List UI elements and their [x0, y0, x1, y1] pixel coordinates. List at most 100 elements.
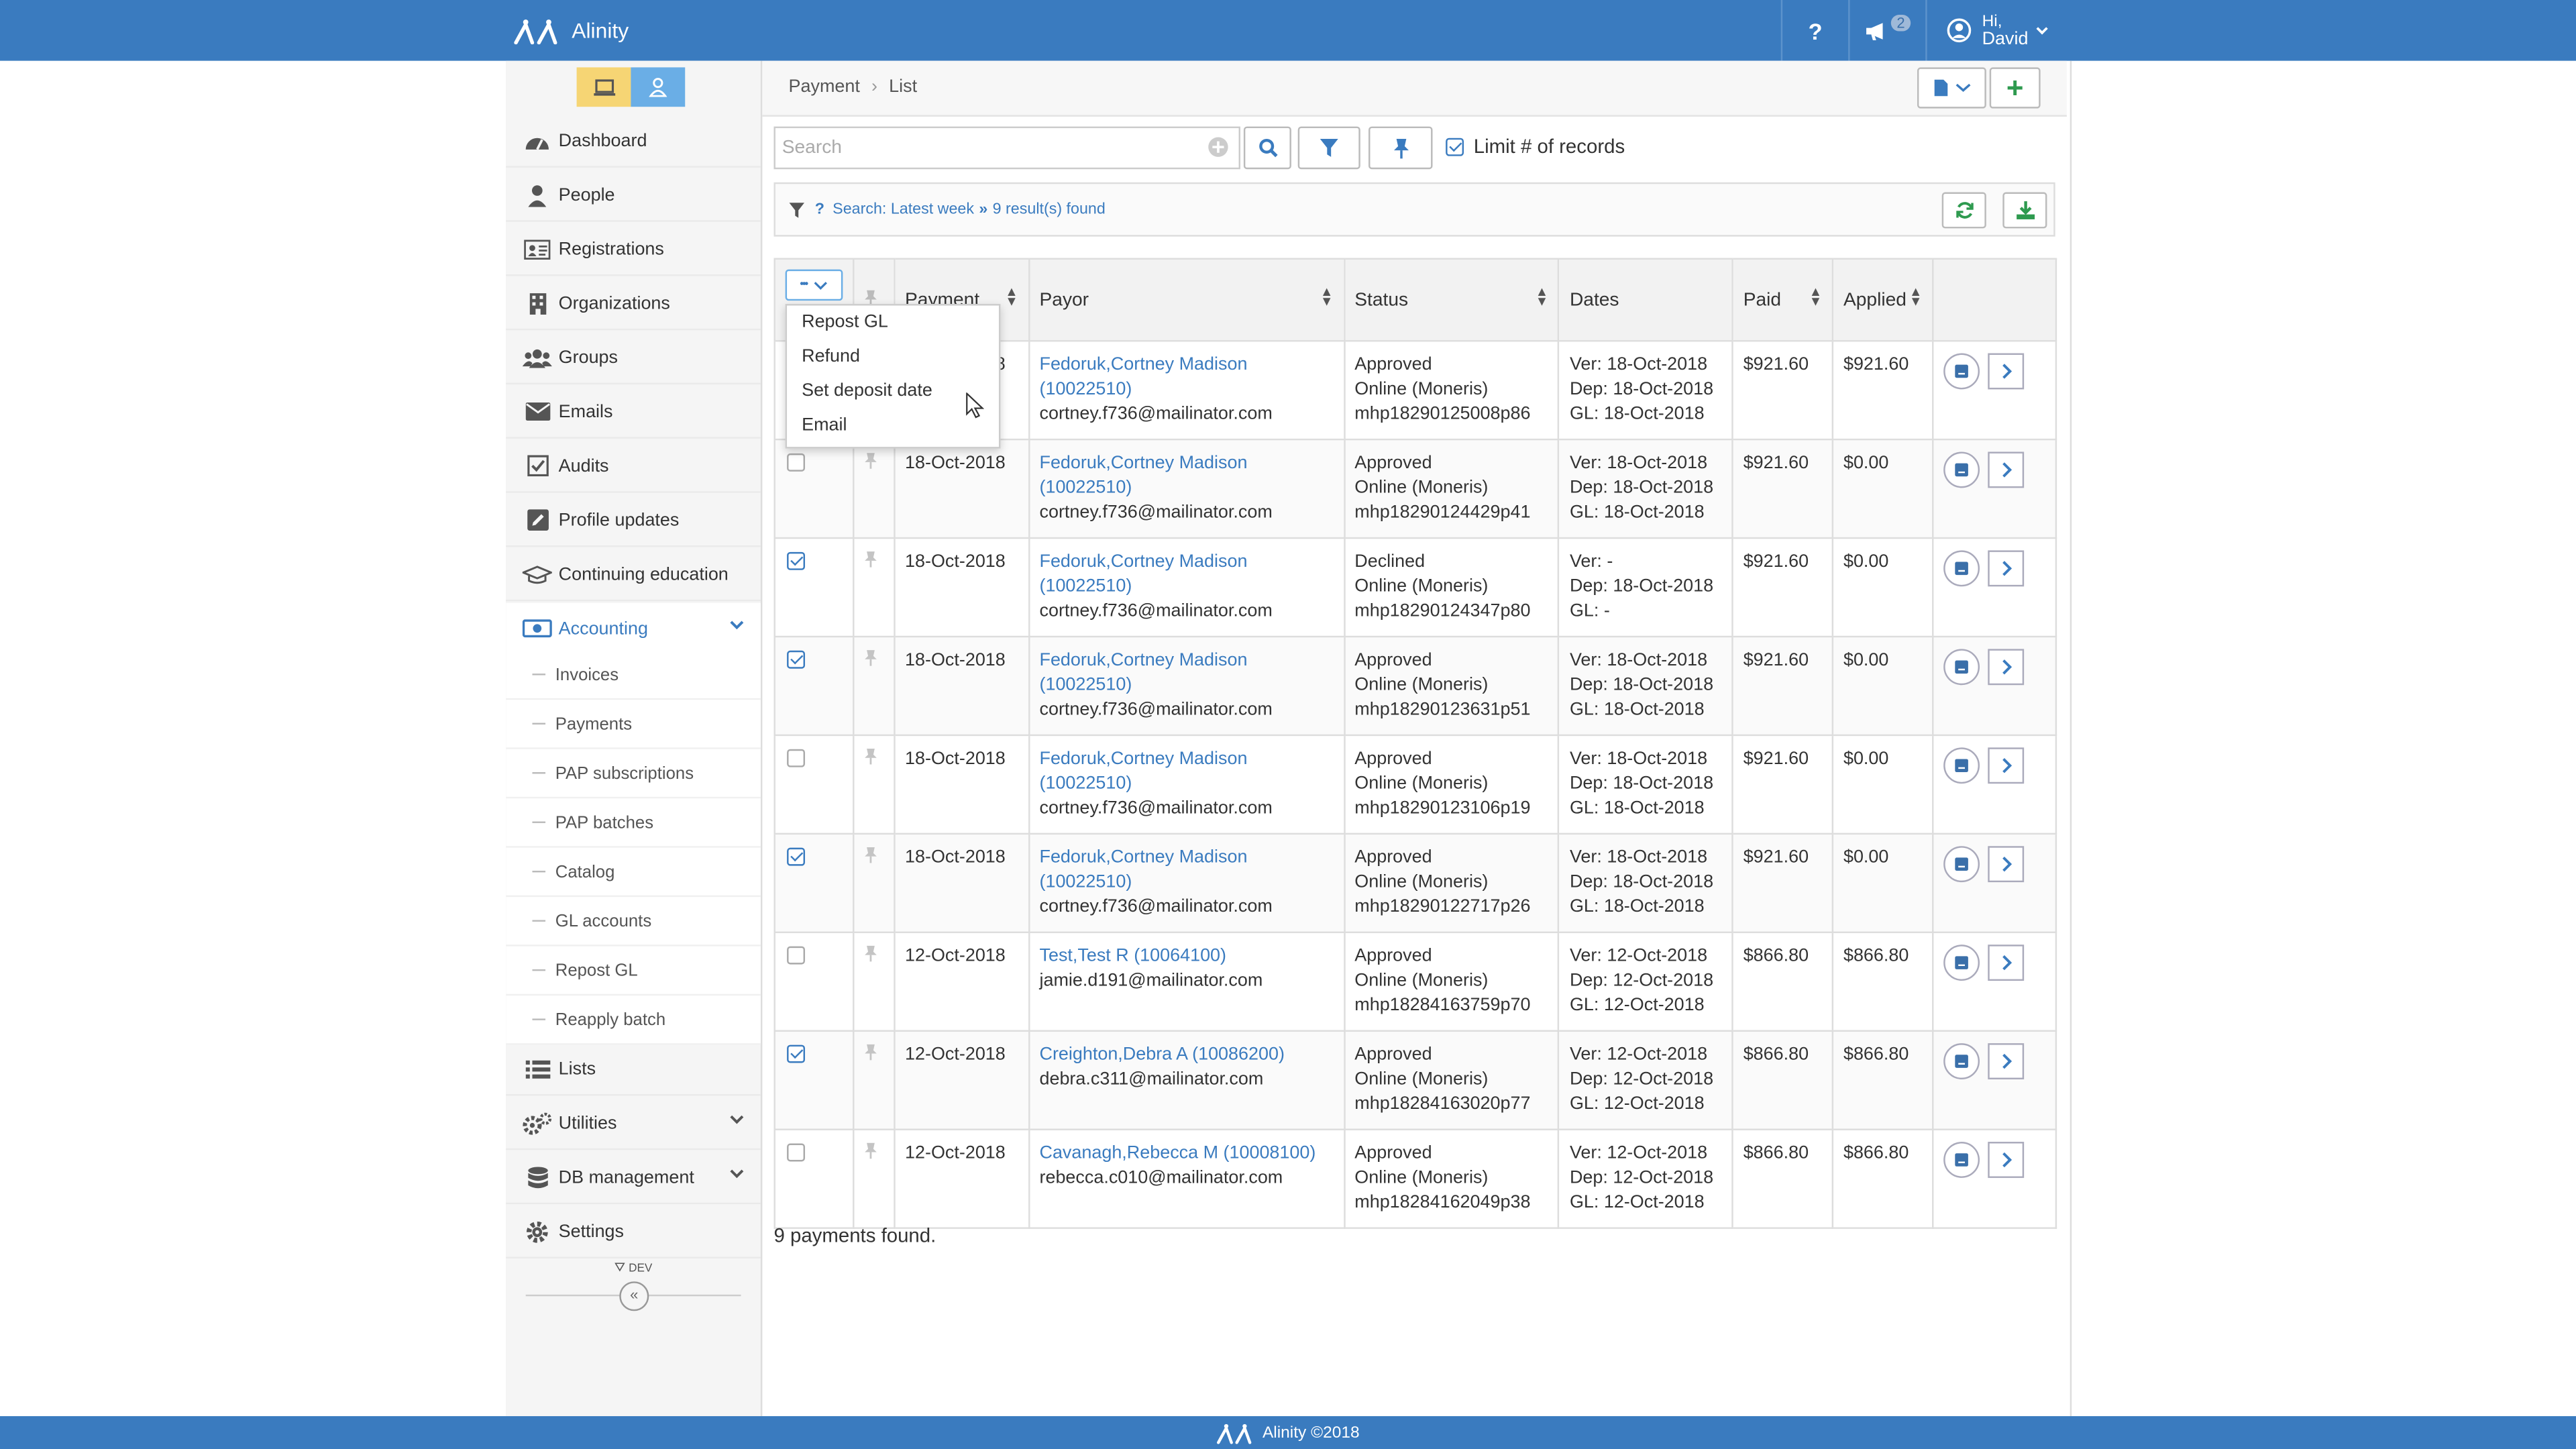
sidebar-subitem-invoices[interactable]: Invoices	[506, 650, 761, 700]
row-open-button[interactable]	[1988, 649, 2025, 686]
row-select-checkbox[interactable]	[787, 847, 806, 866]
help-icon[interactable]: ?	[815, 201, 824, 219]
column-header-paid[interactable]: Paid ▲ ▼	[1731, 258, 1834, 342]
row-open-button[interactable]	[1988, 747, 2025, 784]
payor-link[interactable]: Fedoruk,Cortney Madison	[1039, 651, 1247, 670]
row-receipt-button[interactable]	[1943, 1043, 1980, 1079]
pin-icon[interactable]	[864, 649, 877, 667]
payor-link[interactable]: Fedoruk,Cortney Madison	[1039, 355, 1247, 374]
row-open-button[interactable]	[1988, 353, 2025, 390]
sidebar-item-continuing-education[interactable]: Continuing education	[506, 549, 761, 602]
profile-mode-button[interactable]	[631, 67, 686, 107]
payor-id[interactable]: (10022510)	[1039, 676, 1132, 695]
pin-icon[interactable]	[864, 451, 877, 470]
pin-icon[interactable]	[864, 846, 877, 864]
row-select-checkbox[interactable]	[787, 1044, 806, 1063]
pin-button[interactable]	[1368, 126, 1433, 170]
table-row[interactable]: 12-Oct-2018 Cavanagh,Rebecca M (10008100…	[773, 1128, 2057, 1229]
sidebar-item-people[interactable]: People	[506, 169, 761, 222]
sidebar-item-organizations[interactable]: Organizations	[506, 278, 761, 331]
limit-records-toggle[interactable]: Limit # of records	[1446, 135, 1625, 158]
row-select-checkbox[interactable]	[787, 1143, 806, 1162]
row-receipt-button[interactable]	[1943, 451, 1980, 488]
search-input[interactable]	[778, 128, 1180, 168]
sidebar-item-accounting[interactable]: Accounting	[506, 602, 761, 656]
row-select-checkbox[interactable]	[787, 453, 806, 472]
payor-id[interactable]: (10022510)	[1039, 773, 1132, 793]
payor-link[interactable]: Cavanagh,Rebecca M (10008100)	[1039, 1144, 1316, 1163]
filter-button[interactable]	[1297, 126, 1360, 170]
pin-icon[interactable]	[864, 747, 877, 765]
sidebar-subitem-pap-batches[interactable]: PAP batches	[506, 798, 761, 848]
sidebar-subitem-gl-accounts[interactable]: GL accounts	[506, 897, 761, 947]
sidebar-item-emails[interactable]: Emails	[506, 386, 761, 439]
payor-link[interactable]: Fedoruk,Cortney Madison	[1039, 552, 1247, 572]
download-button[interactable]	[2002, 192, 2047, 229]
sidebar-collapse-button[interactable]: «	[619, 1281, 649, 1311]
payor-id[interactable]: (10022510)	[1039, 478, 1132, 498]
column-header-status[interactable]: Status ▲ ▼	[1343, 258, 1560, 342]
sidebar-item-audits[interactable]: Audits	[506, 440, 761, 493]
row-receipt-button[interactable]	[1943, 550, 1980, 587]
pin-icon[interactable]	[864, 945, 877, 963]
row-open-button[interactable]	[1988, 846, 2025, 883]
row-open-button[interactable]	[1988, 1142, 2025, 1178]
row-select-checkbox[interactable]	[787, 946, 806, 965]
payor-link[interactable]: Test,Test R (10064100)	[1039, 947, 1226, 966]
sidebar-item-db-management[interactable]: DB management	[506, 1152, 761, 1205]
pin-icon[interactable]	[864, 1043, 877, 1061]
sidebar-item-utilities[interactable]: Utilities	[506, 1097, 761, 1150]
menu-item-refund[interactable]: Refund	[787, 340, 999, 374]
row-receipt-button[interactable]	[1943, 1142, 1980, 1178]
sidebar-item-profile-updates[interactable]: Profile updates	[506, 494, 761, 547]
sidebar-item-registrations[interactable]: Registrations	[506, 223, 761, 276]
column-header-payor[interactable]: Payor ▲ ▼	[1028, 258, 1345, 342]
sidebar-item-settings[interactable]: Settings	[506, 1206, 761, 1258]
row-open-button[interactable]	[1988, 1043, 2025, 1079]
limit-records-checkbox[interactable]	[1446, 137, 1464, 156]
row-select-checkbox[interactable]	[787, 551, 806, 570]
table-row[interactable]: 12-Oct-2018 Test,Test R (10064100) jamie.…	[773, 931, 2057, 1032]
row-receipt-button[interactable]	[1943, 649, 1980, 686]
payor-link[interactable]: Fedoruk,Cortney Madison	[1039, 848, 1247, 867]
report-menu-button[interactable]	[1917, 67, 1986, 109]
row-select-checkbox[interactable]	[787, 749, 806, 767]
payor-link[interactable]: Fedoruk,Cortney Madison	[1039, 453, 1247, 473]
sidebar-item-dashboard[interactable]: Dashboard	[506, 115, 761, 168]
menu-item-repost-gl[interactable]: Repost GL	[787, 306, 999, 340]
column-header-applied[interactable]: Applied ▲ ▼	[1831, 258, 1934, 342]
search-summary[interactable]: Search: Latest week	[833, 201, 974, 219]
breadcrumb-parent[interactable]: Payment	[789, 77, 860, 97]
row-open-button[interactable]	[1988, 550, 2025, 587]
row-receipt-button[interactable]	[1943, 945, 1980, 981]
payor-id[interactable]: (10022510)	[1039, 577, 1132, 596]
sidebar-item-groups[interactable]: Groups	[506, 332, 761, 385]
sidebar-subitem-repost-gl[interactable]: Repost GL	[506, 946, 761, 996]
row-open-button[interactable]	[1988, 451, 2025, 488]
pin-icon[interactable]	[864, 550, 877, 568]
row-open-button[interactable]	[1988, 945, 2025, 981]
table-row[interactable]: 18-Oct-2018 Fedoruk,Cortney Madison (1002…	[773, 635, 2057, 737]
desktop-mode-button[interactable]	[576, 67, 631, 107]
row-receipt-button[interactable]	[1943, 747, 1980, 784]
clear-search-icon[interactable]	[1208, 136, 1229, 158]
sidebar-item-lists[interactable]: Lists	[506, 1043, 761, 1096]
table-row[interactable]: 18-Oct-2018 Fedoruk,Cortney Madison (1002…	[773, 833, 2057, 934]
row-receipt-button[interactable]	[1943, 353, 1980, 390]
sidebar-subitem-catalog[interactable]: Catalog	[506, 847, 761, 898]
add-button[interactable]	[1989, 67, 2041, 109]
sidebar-subitem-payments[interactable]: Payments	[506, 700, 761, 749]
sidebar-subitem-reapply-batch[interactable]: Reapply batch	[506, 996, 761, 1045]
bulk-actions-toggle[interactable]: •••	[785, 269, 843, 301]
notifications-button[interactable]: 2	[1848, 0, 1925, 61]
pin-icon[interactable]	[864, 1142, 877, 1160]
refresh-button[interactable]	[1941, 192, 1986, 229]
table-row[interactable]: 12-Oct-2018 Creighton,Debra A (10086200)…	[773, 1030, 2057, 1130]
search-button[interactable]	[1243, 126, 1291, 170]
row-select-checkbox[interactable]	[787, 650, 806, 669]
payor-id[interactable]: (10022510)	[1039, 872, 1132, 892]
brand[interactable]: Alinity	[513, 0, 629, 61]
payor-link[interactable]: Creighton,Debra A (10086200)	[1039, 1045, 1284, 1065]
user-menu[interactable]: Hi, David	[1925, 0, 2068, 61]
table-row[interactable]: 18-Oct-2018 Fedoruk,Cortney Madison (1002…	[773, 734, 2057, 835]
